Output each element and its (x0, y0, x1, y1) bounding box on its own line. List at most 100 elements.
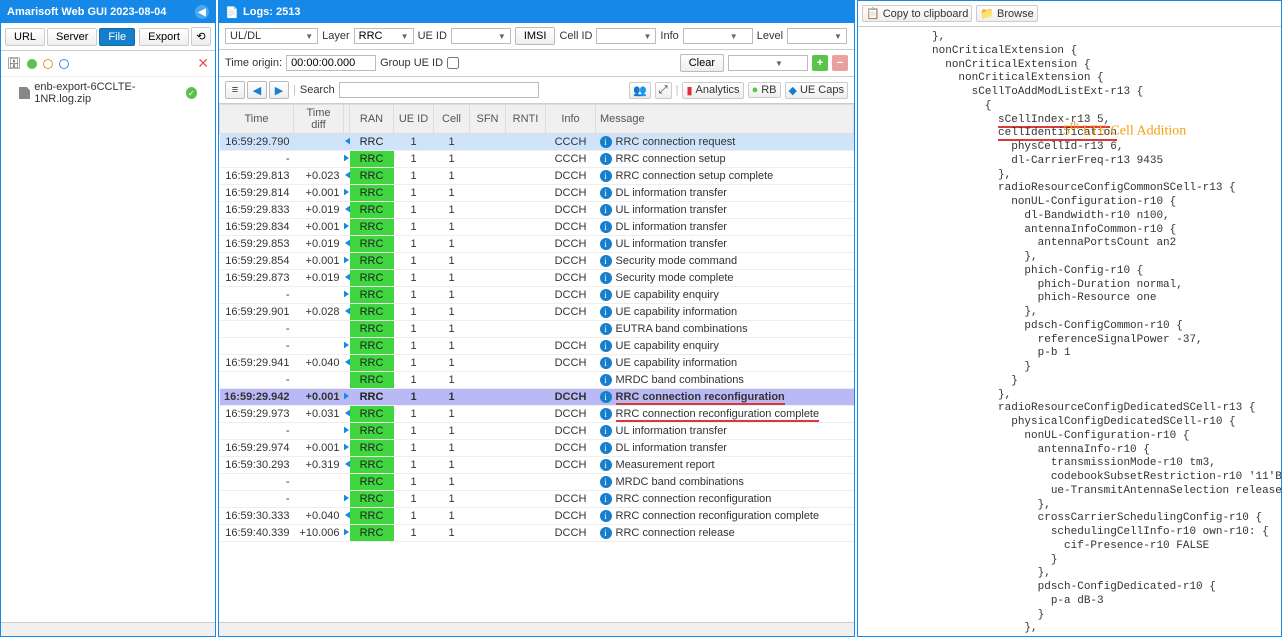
col-time[interactable]: Time (220, 105, 294, 134)
col-tdiff[interactable]: Time diff (294, 105, 344, 134)
log-table-wrap[interactable]: Time Time diff RAN UE ID Cell SFN RNTI I… (219, 104, 854, 622)
table-row[interactable]: 16:59:29.973+0.031RRC11DCCHiRRC connecti… (220, 406, 854, 423)
col-msg[interactable]: Message (596, 105, 854, 134)
log-message: Security mode command (616, 255, 738, 267)
imsi-button[interactable]: IMSI (515, 27, 556, 45)
clear-select[interactable]: ▼ (728, 55, 808, 71)
table-row[interactable]: 16:59:29.854+0.001RRC11DCCHiSecurity mod… (220, 253, 854, 270)
file-icon[interactable]: 🗄 (7, 57, 21, 71)
tab-file[interactable]: File (99, 28, 135, 46)
log-message: DL information transfer (616, 442, 727, 454)
layer-select[interactable]: ▼ (354, 28, 414, 44)
log-message: DL information transfer (616, 221, 727, 233)
status-ok-icon[interactable] (27, 59, 37, 69)
export-button[interactable]: Export (139, 28, 189, 46)
cellid-select[interactable]: ▼ (596, 28, 656, 44)
chevron-down-icon: ▼ (498, 32, 506, 41)
table-row[interactable]: 16:59:29.942+0.001RRC11DCCHiRRC connecti… (220, 389, 854, 406)
ueid-select[interactable]: ▼ (451, 28, 511, 44)
table-row[interactable]: 16:59:29.790RRC11CCCHiRRC connection req… (220, 134, 854, 151)
col-ran[interactable]: RAN (350, 105, 394, 134)
info-icon: i (600, 255, 612, 267)
table-row[interactable]: 16:59:29.974+0.001RRC11DCCHiDL informati… (220, 440, 854, 457)
table-row[interactable]: 16:59:29.814+0.001RRC11DCCHiDL informati… (220, 185, 854, 202)
analytics-button[interactable]: ▮Analytics (682, 82, 743, 99)
time-row: Time origin: Group UE ID Clear ▼ + − (219, 50, 854, 77)
table-row[interactable]: 16:59:29.833+0.019RRC11DCCHiUL informati… (220, 202, 854, 219)
collapse-left-icon[interactable]: ◀ (195, 5, 209, 19)
time-origin-input[interactable] (286, 55, 376, 71)
nav-next-icon[interactable]: ▶ (269, 81, 289, 99)
refresh-icon: ⟲ (196, 31, 205, 43)
info-select[interactable]: ▼ (683, 28, 753, 44)
clear-button[interactable]: Clear (680, 54, 724, 72)
arrow-right-icon (344, 188, 349, 196)
table-row[interactable]: 16:59:29.901+0.028RRC11DCCHiUE capabilit… (220, 304, 854, 321)
col-ueid[interactable]: UE ID (394, 105, 434, 134)
check-ok-icon: ✓ (186, 87, 197, 99)
col-cell[interactable]: Cell (434, 105, 470, 134)
left-hscrollbar[interactable] (1, 622, 215, 636)
table-row[interactable]: -RRC11DCCHiUE capability enquiry (220, 287, 854, 304)
table-row[interactable]: 16:59:30.293+0.319RRC11DCCHiMeasurement … (220, 457, 854, 474)
close-file-icon[interactable]: ✕ (197, 55, 209, 72)
chart-bar-icon: ▮ (686, 84, 692, 97)
group-ueid-checkbox[interactable] (447, 57, 459, 69)
file-entry[interactable]: enb-export-6CCLTE-1NR.log.zip ✓ (1, 77, 215, 109)
col-info[interactable]: Info (546, 105, 596, 134)
table-row[interactable]: 16:59:29.834+0.001RRC11DCCHiDL informati… (220, 219, 854, 236)
log-message: RRC connection release (616, 527, 735, 539)
tab-url[interactable]: URL (5, 28, 45, 46)
table-row[interactable]: -RRC11DCCHiRRC connection reconfiguratio… (220, 491, 854, 508)
refresh-button[interactable]: ⟲ (191, 27, 211, 46)
detail-panel: 📋Copy to clipboard 📁Browse }, nonCritica… (857, 0, 1282, 637)
info-icon: i (600, 272, 612, 284)
tab-server[interactable]: Server (47, 28, 97, 46)
table-row[interactable]: 16:59:40.339+10.006RRC11DCCHiRRC connect… (220, 525, 854, 542)
nav-prev-icon[interactable]: ◀ (247, 81, 267, 99)
col-rnti[interactable]: RNTI (506, 105, 546, 134)
info-icon: i (600, 425, 612, 437)
table-row[interactable]: 16:59:29.853+0.019RRC11DCCHiUL informati… (220, 236, 854, 253)
table-row[interactable]: -RRC11DCCHiUE capability enquiry (220, 338, 854, 355)
table-header-row: Time Time diff RAN UE ID Cell SFN RNTI I… (220, 105, 854, 134)
log-message: RRC connection setup complete (616, 170, 774, 182)
table-row[interactable]: -RRC11iMRDC band combinations (220, 372, 854, 389)
file-name: enb-export-6CCLTE-1NR.log.zip (34, 81, 182, 105)
table-row[interactable]: 16:59:29.873+0.019RRC11DCCHiSecurity mod… (220, 270, 854, 287)
add-filter-icon[interactable]: + (812, 55, 828, 71)
remove-filter-icon[interactable]: − (832, 55, 848, 71)
browse-button[interactable]: 📁Browse (976, 5, 1037, 22)
log-message: MRDC band combinations (616, 374, 744, 386)
uldl-select[interactable]: UL/DL▼ (225, 28, 318, 44)
nav-arrows: ≡ ◀ ▶ (225, 81, 289, 99)
table-row[interactable]: -RRC11DCCHiUL information transfer (220, 423, 854, 440)
table-row[interactable]: 16:59:29.941+0.040RRC11DCCHiUE capabilit… (220, 355, 854, 372)
table-row[interactable]: -RRC11iMRDC band combinations (220, 474, 854, 491)
status-warn-icon[interactable] (43, 59, 53, 69)
log-message: RRC connection reconfiguration complete (616, 408, 820, 422)
clipboard-icon: 📋 (866, 7, 880, 20)
people-icon[interactable]: 👥 (629, 82, 651, 99)
log-message: RRC connection reconfiguration (616, 493, 772, 505)
nav-first-icon[interactable]: ≡ (225, 81, 245, 99)
col-sfn[interactable]: SFN (470, 105, 506, 134)
table-row[interactable]: 16:59:30.333+0.040RRC11DCCHiRRC connecti… (220, 508, 854, 525)
uecaps-button[interactable]: ◆UE Caps (785, 82, 849, 99)
status-reload-icon[interactable] (59, 59, 69, 69)
copy-clipboard-button[interactable]: 📋Copy to clipboard (862, 5, 972, 22)
table-row[interactable]: -RRC11CCCHiRRC connection setup (220, 151, 854, 168)
level-select[interactable]: ▼ (787, 28, 847, 44)
log-message: RRC connection reconfiguration complete (616, 510, 820, 522)
table-row[interactable]: 16:59:29.813+0.023RRC11DCCHiRRC connecti… (220, 168, 854, 185)
info-icon: i (600, 408, 612, 420)
search-label: Search (300, 84, 335, 96)
rb-button[interactable]: ●RB (748, 82, 781, 98)
log-message: DL information transfer (616, 187, 727, 199)
level-label: Level (757, 30, 783, 42)
logs-hscrollbar[interactable] (219, 622, 854, 636)
expand-icon[interactable]: ⤢ (655, 82, 672, 99)
table-row[interactable]: -RRC11iEUTRA band combinations (220, 321, 854, 338)
file-list-toolbar: 🗄 ✕ (1, 51, 215, 77)
search-input[interactable] (339, 82, 539, 98)
